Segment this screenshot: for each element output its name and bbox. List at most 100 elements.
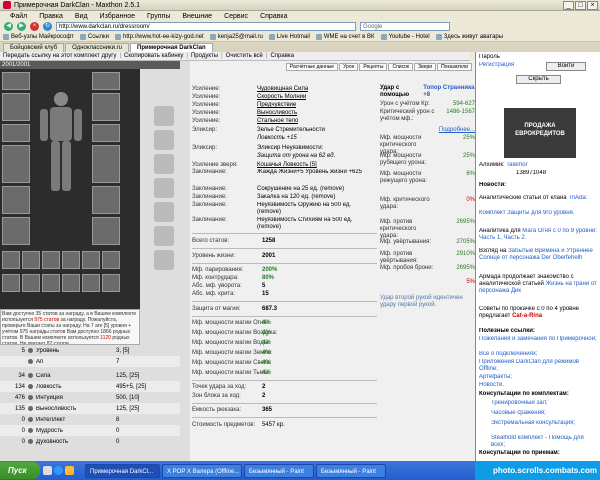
- belt-slot[interactable]: [62, 274, 80, 292]
- consult-link[interactable]: Stealhold комплект - Помощь для всех;: [479, 435, 597, 449]
- effect-row[interactable]: Усиление: Выносливость: [192, 109, 377, 117]
- bookmark-item[interactable]: Веб-узлы Майкрософт: [3, 33, 74, 40]
- consult-link[interactable]: Экстремальная консультация;: [479, 420, 597, 434]
- menu-help[interactable]: Справка: [254, 13, 293, 20]
- forward-arrow-icon[interactable]: ▶: [17, 22, 26, 31]
- search-input[interactable]: Google: [360, 22, 450, 31]
- menu-groups[interactable]: Группы: [141, 13, 176, 20]
- effect-row[interactable]: Усиление: Стальное тело: [192, 117, 377, 125]
- effect-row[interactable]: Усиление: Предчувствие: [192, 101, 377, 109]
- equip-slot[interactable]: [2, 145, 30, 183]
- bookmark-item[interactable]: Ссылки: [79, 33, 109, 40]
- effect-row[interactable]: Заклинание: Сокрушение на 25 ед. (remove): [192, 185, 377, 193]
- minimize-button[interactable]: _: [563, 1, 574, 10]
- close-button[interactable]: ×: [587, 1, 598, 10]
- ie-icon[interactable]: [54, 466, 63, 475]
- buff-icon[interactable]: [154, 106, 174, 126]
- effect-row[interactable]: Усиление: Скорость Молнии: [192, 93, 377, 101]
- menu-view[interactable]: Вид: [69, 13, 94, 20]
- tab-fight-club[interactable]: Бойцовский клуб: [3, 43, 65, 52]
- task-paint-2[interactable]: Безымянный - Paint: [316, 463, 386, 478]
- bookmark-item[interactable]: Здесь живут аватары: [435, 33, 503, 40]
- consult-link[interactable]: Тренировочный зал;: [479, 400, 597, 407]
- equip-slot[interactable]: [92, 93, 120, 121]
- news-link[interactable]: Комплект Защиты для 9го уровня.: [479, 210, 597, 217]
- copy-booth-button[interactable]: Скопировать кабинку: [124, 53, 183, 59]
- useful-link[interactable]: Новости.: [479, 382, 597, 389]
- belt-slot[interactable]: [102, 274, 120, 292]
- equip-slot[interactable]: [2, 217, 30, 245]
- equip-slot[interactable]: [92, 72, 120, 90]
- tab-darkclan[interactable]: Примерочная DarkClan: [130, 43, 213, 52]
- effect-row[interactable]: Заклинание: Неуязвимость Оружию на 500 ед…: [192, 202, 377, 216]
- belt-slot[interactable]: [22, 274, 40, 292]
- task-icq[interactable]: X POP X Валера (Offline...: [162, 463, 242, 478]
- equip-slot[interactable]: [2, 93, 30, 121]
- bookmark-item[interactable]: Live Hotmail: [268, 33, 310, 40]
- help-button[interactable]: Справка: [270, 53, 294, 59]
- stat-row[interactable]: 0 Духовность 0: [0, 436, 180, 447]
- effect-row[interactable]: Усиление зверя: Кошачья Ловкость [5]: [192, 161, 377, 169]
- buff-icon[interactable]: [154, 154, 174, 174]
- useful-link[interactable]: Артефакты;: [479, 374, 597, 381]
- bookmark-item[interactable]: kenja25@mail.ru: [209, 33, 263, 40]
- folder-icon[interactable]: [65, 466, 74, 475]
- weapon-link[interactable]: Топор Странника +8: [423, 85, 475, 99]
- equip-slot[interactable]: [92, 217, 120, 245]
- products-button[interactable]: Продукты: [191, 53, 218, 59]
- useful-link[interactable]: Пожелания и замечания по Примерочной;: [479, 336, 597, 350]
- equip-slot[interactable]: [92, 145, 120, 183]
- back-arrow-icon[interactable]: ◀: [4, 22, 13, 31]
- tab-calc[interactable]: Расчётные данные: [285, 63, 339, 71]
- menu-file[interactable]: Файл: [4, 13, 33, 20]
- useful-link[interactable]: Приложения DarkClan для режимов Offline;: [479, 359, 597, 373]
- eurocredits-banner[interactable]: ПРОДАЖА ЕВРОКРЕДИТОВ: [504, 108, 576, 158]
- useful-link[interactable]: Все о подключениях;: [479, 351, 597, 358]
- stat-row[interactable]: 135 Выносливость 125, [25]: [0, 403, 180, 414]
- desktop-icon[interactable]: [43, 466, 52, 475]
- stat-row[interactable]: 134 Ловкость 495+5, [25]: [0, 381, 180, 392]
- menu-edit[interactable]: Правка: [33, 13, 69, 20]
- menu-tools[interactable]: Сервис: [218, 13, 254, 20]
- tab-beasts[interactable]: Звери: [414, 63, 437, 71]
- belt-slot[interactable]: [42, 251, 60, 269]
- equip-slot[interactable]: [92, 124, 120, 142]
- stat-row[interactable]: 0 Мудрость 0: [0, 425, 180, 436]
- maximize-button[interactable]: □: [575, 1, 586, 10]
- tab-stats[interactable]: Показатели: [437, 63, 472, 71]
- stat-row[interactable]: 476 Интуиция 500, [10]: [0, 392, 180, 403]
- register-link[interactable]: Регистрация: [479, 62, 529, 69]
- equip-slot[interactable]: [2, 72, 30, 90]
- url-input[interactable]: http://www.darkclan.ru/dressroom/: [56, 22, 356, 31]
- hide-button[interactable]: Скрыть: [516, 75, 561, 84]
- tab-recipes[interactable]: Рецепты: [359, 63, 388, 71]
- effect-row[interactable]: Заклинание: Закалка на 120 ед. (remove): [192, 193, 377, 201]
- belt-slot[interactable]: [2, 274, 20, 292]
- clear-all-button[interactable]: Очистить всё: [226, 53, 263, 59]
- stop-icon[interactable]: ×: [30, 22, 39, 31]
- buff-icon[interactable]: [154, 130, 174, 150]
- menu-favorites[interactable]: Избранное: [94, 13, 141, 20]
- tab-damage[interactable]: Урон: [339, 63, 359, 71]
- equip-slot[interactable]: [2, 124, 30, 142]
- consult-link[interactable]: Часовые сражения;: [479, 410, 597, 417]
- belt-slot[interactable]: [62, 251, 80, 269]
- effect-row[interactable]: Заклинание: Неуязвимость Стихиям на 500 е…: [192, 217, 377, 231]
- bookmark-item[interactable]: http://www.hot-ee-kizy-god.net: [115, 33, 204, 40]
- buff-icon[interactable]: [154, 226, 174, 246]
- belt-slot[interactable]: [102, 251, 120, 269]
- belt-slot[interactable]: [42, 274, 60, 292]
- buff-icon[interactable]: [154, 178, 174, 198]
- equip-slot[interactable]: [2, 186, 30, 214]
- bookmark-item[interactable]: Youtube - Hotel: [380, 33, 430, 40]
- buff-icon[interactable]: [154, 250, 174, 270]
- stat-row[interactable]: 34 Сила 125, [25]: [0, 370, 180, 381]
- stat-row[interactable]: 0 Интеллект 8: [0, 414, 180, 425]
- belt-slot[interactable]: [2, 251, 20, 269]
- belt-slot[interactable]: [22, 251, 40, 269]
- refresh-icon[interactable]: ↻: [43, 22, 52, 31]
- enter-button[interactable]: Войти: [546, 62, 586, 71]
- task-paint[interactable]: Безымянный - Paint: [244, 463, 314, 478]
- tab-list[interactable]: Список: [388, 63, 414, 71]
- details-link[interactable]: Подробнее...: [380, 127, 475, 134]
